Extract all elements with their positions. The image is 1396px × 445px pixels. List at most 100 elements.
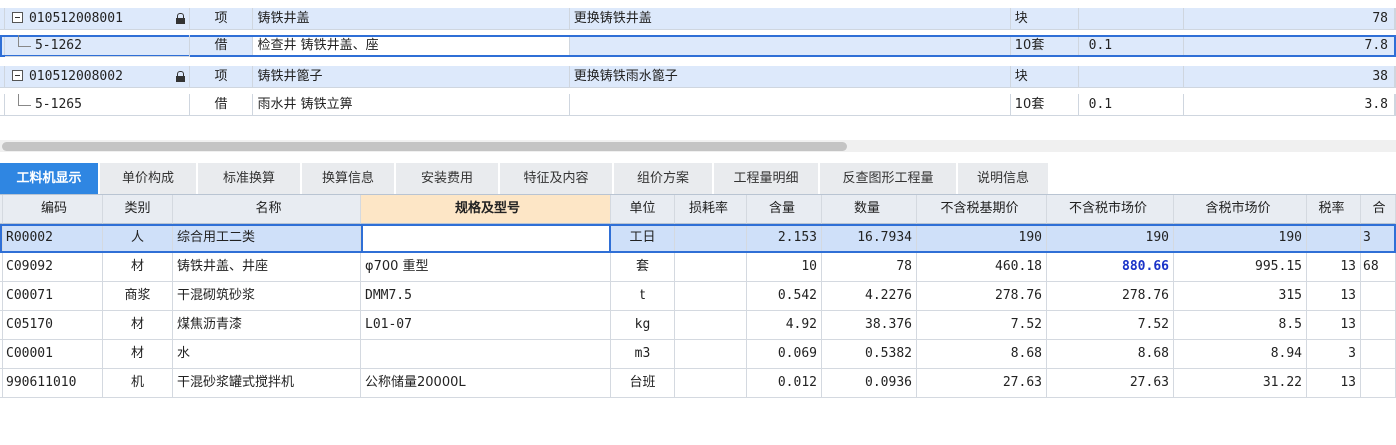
header-content[interactable]: 含量 [747,195,822,224]
horizontal-scrollbar[interactable] [0,140,1396,152]
header-base-price[interactable]: 不含税基期价 [917,195,1047,224]
item-feature[interactable] [569,94,1011,116]
cell-tax-market-price[interactable]: 8.5 [1174,311,1307,340]
cell-total[interactable]: 3 [1361,224,1396,253]
cell-content[interactable]: 10 [747,253,822,282]
cell-base-price[interactable]: 460.18 [917,253,1047,282]
cell-category[interactable]: 材 [103,340,173,369]
item-quantity[interactable]: 3.8 [1184,94,1395,116]
item-quantity[interactable]: 38 [1184,66,1395,88]
item-unit[interactable]: 10套 [1010,94,1079,116]
cell-content[interactable]: 4.92 [747,311,822,340]
collapse-toggle-icon[interactable] [11,12,23,23]
cell-tax-market-price[interactable]: 31.22 [1174,369,1307,398]
cell-unit[interactable]: 套 [611,253,675,282]
cell-spec[interactable]: L01-07 [361,311,611,340]
cell-name[interactable]: 干混砌筑砂浆 [173,282,361,311]
cell-name[interactable]: 水 [173,340,361,369]
cell-market-price[interactable]: 8.68 [1047,340,1174,369]
table-row[interactable]: C00071 商浆 干混砌筑砂浆 DMM7.5 t 0.542 4.2276 2… [0,282,1396,311]
cell-market-price[interactable]: 27.63 [1047,369,1174,398]
cell-base-price[interactable]: 8.68 [917,340,1047,369]
item-code-cell[interactable]: 5-1265 [4,94,190,116]
item-quantity[interactable]: 78 [1184,8,1395,30]
cell-content[interactable]: 0.542 [747,282,822,311]
cell-code[interactable]: C09092 [3,253,103,282]
cell-tax-rate[interactable]: 13 [1307,253,1361,282]
cell-name[interactable]: 煤焦沥青漆 [173,311,361,340]
table-row[interactable]: C00001 材 水 m3 0.069 0.5382 8.68 8.68 8.9… [0,340,1396,369]
cell-unit[interactable]: 工日 [611,224,675,253]
cell-code[interactable]: 990611010 [3,369,103,398]
cell-market-price[interactable]: 190 [1047,224,1174,253]
cell-spec[interactable]: 公称储量20000L [361,369,611,398]
tab-material-display[interactable]: 工料机显示 [0,163,100,194]
quota-item-row[interactable]: 5-1265 借 雨水井 铸铁立箅 10套 0.1 3.8 [0,94,1396,116]
cell-market-price[interactable]: 880.66 [1047,253,1174,282]
tab-pricing-scheme[interactable]: 组价方案 [614,163,714,194]
item-content[interactable]: 0.1 [1078,35,1185,57]
cell-code[interactable]: C00001 [3,340,103,369]
cell-unit[interactable]: m3 [611,340,675,369]
table-row[interactable]: C05170 材 煤焦沥青漆 L01-07 kg 4.92 38.376 7.5… [0,311,1396,340]
table-row[interactable]: R00002 人 综合用工二类 工日 2.153 16.7934 190 190… [0,224,1396,253]
cell-tax-rate[interactable]: 13 [1307,282,1361,311]
header-unit[interactable]: 单位 [611,195,675,224]
cell-content[interactable]: 0.069 [747,340,822,369]
cell-tax-rate[interactable]: 3 [1307,340,1361,369]
cell-loss-rate[interactable] [675,311,747,340]
cell-market-price[interactable]: 7.52 [1047,311,1174,340]
collapse-toggle-icon[interactable] [11,70,23,81]
cell-spec[interactable] [361,340,611,369]
cell-tax-market-price[interactable]: 995.15 [1174,253,1307,282]
cell-loss-rate[interactable] [675,369,747,398]
cell-total[interactable] [1361,282,1396,311]
item-unit[interactable]: 块 [1010,66,1079,88]
cell-code[interactable]: C00071 [3,282,103,311]
item-feature[interactable]: 更换铸铁雨水篦子 [569,66,1011,88]
cell-name[interactable]: 铸铁井盖、井座 [173,253,361,282]
cell-category[interactable]: 机 [103,369,173,398]
cell-base-price[interactable]: 190 [917,224,1047,253]
cell-total[interactable] [1361,369,1396,398]
cell-total[interactable] [1361,311,1396,340]
item-content[interactable]: 0.1 [1078,94,1185,116]
cell-unit[interactable]: kg [611,311,675,340]
cell-spec[interactable]: DMM7.5 [361,282,611,311]
item-feature[interactable] [569,35,1011,57]
cell-quantity[interactable]: 38.376 [822,311,917,340]
cell-base-price[interactable]: 7.52 [917,311,1047,340]
cell-spec[interactable]: φ700 重型 [361,253,611,282]
cell-category[interactable]: 人 [103,224,173,253]
item-unit[interactable]: 块 [1010,8,1079,30]
cell-quantity[interactable]: 0.0936 [822,369,917,398]
cell-tax-market-price[interactable]: 8.94 [1174,340,1307,369]
cell-quantity[interactable]: 78 [822,253,917,282]
header-tax-rate[interactable]: 税率 [1307,195,1361,224]
tab-quantity-details[interactable]: 工程量明细 [714,163,820,194]
bill-item-row[interactable]: 010512008002 项 铸铁井篦子 更换铸铁雨水篦子 块 38 [0,66,1396,88]
tab-installation-fee[interactable]: 安装费用 [396,163,500,194]
cell-category[interactable]: 材 [103,253,173,282]
table-row[interactable]: 990611010 机 干混砂浆罐式搅拌机 公称储量20000L 台班 0.01… [0,369,1396,398]
cell-loss-rate[interactable] [675,224,747,253]
item-name[interactable]: 铸铁井篦子 [253,66,570,88]
cell-tax-rate[interactable] [1307,224,1361,253]
tab-graphic-quantity-lookup[interactable]: 反查图形工程量 [820,163,958,194]
tab-unit-price-composition[interactable]: 单价构成 [100,163,198,194]
cell-loss-rate[interactable] [675,253,747,282]
cell-code[interactable]: C05170 [3,311,103,340]
cell-tax-rate[interactable]: 13 [1307,369,1361,398]
scrollbar-thumb[interactable] [2,142,847,151]
cell-quantity[interactable]: 0.5382 [822,340,917,369]
cell-name[interactable]: 干混砂浆罐式搅拌机 [173,369,361,398]
tab-conversion-info[interactable]: 换算信息 [302,163,396,194]
header-market-price[interactable]: 不含税市场价 [1047,195,1174,224]
cell-tax-market-price[interactable]: 315 [1174,282,1307,311]
cell-content[interactable]: 0.012 [747,369,822,398]
cell-code[interactable]: R00002 [3,224,103,253]
item-feature[interactable]: 更换铸铁井盖 [569,8,1011,30]
item-code-cell[interactable]: 5-1262 [4,35,190,57]
cell-market-price[interactable]: 278.76 [1047,282,1174,311]
header-spec[interactable]: 规格及型号 [361,195,611,224]
